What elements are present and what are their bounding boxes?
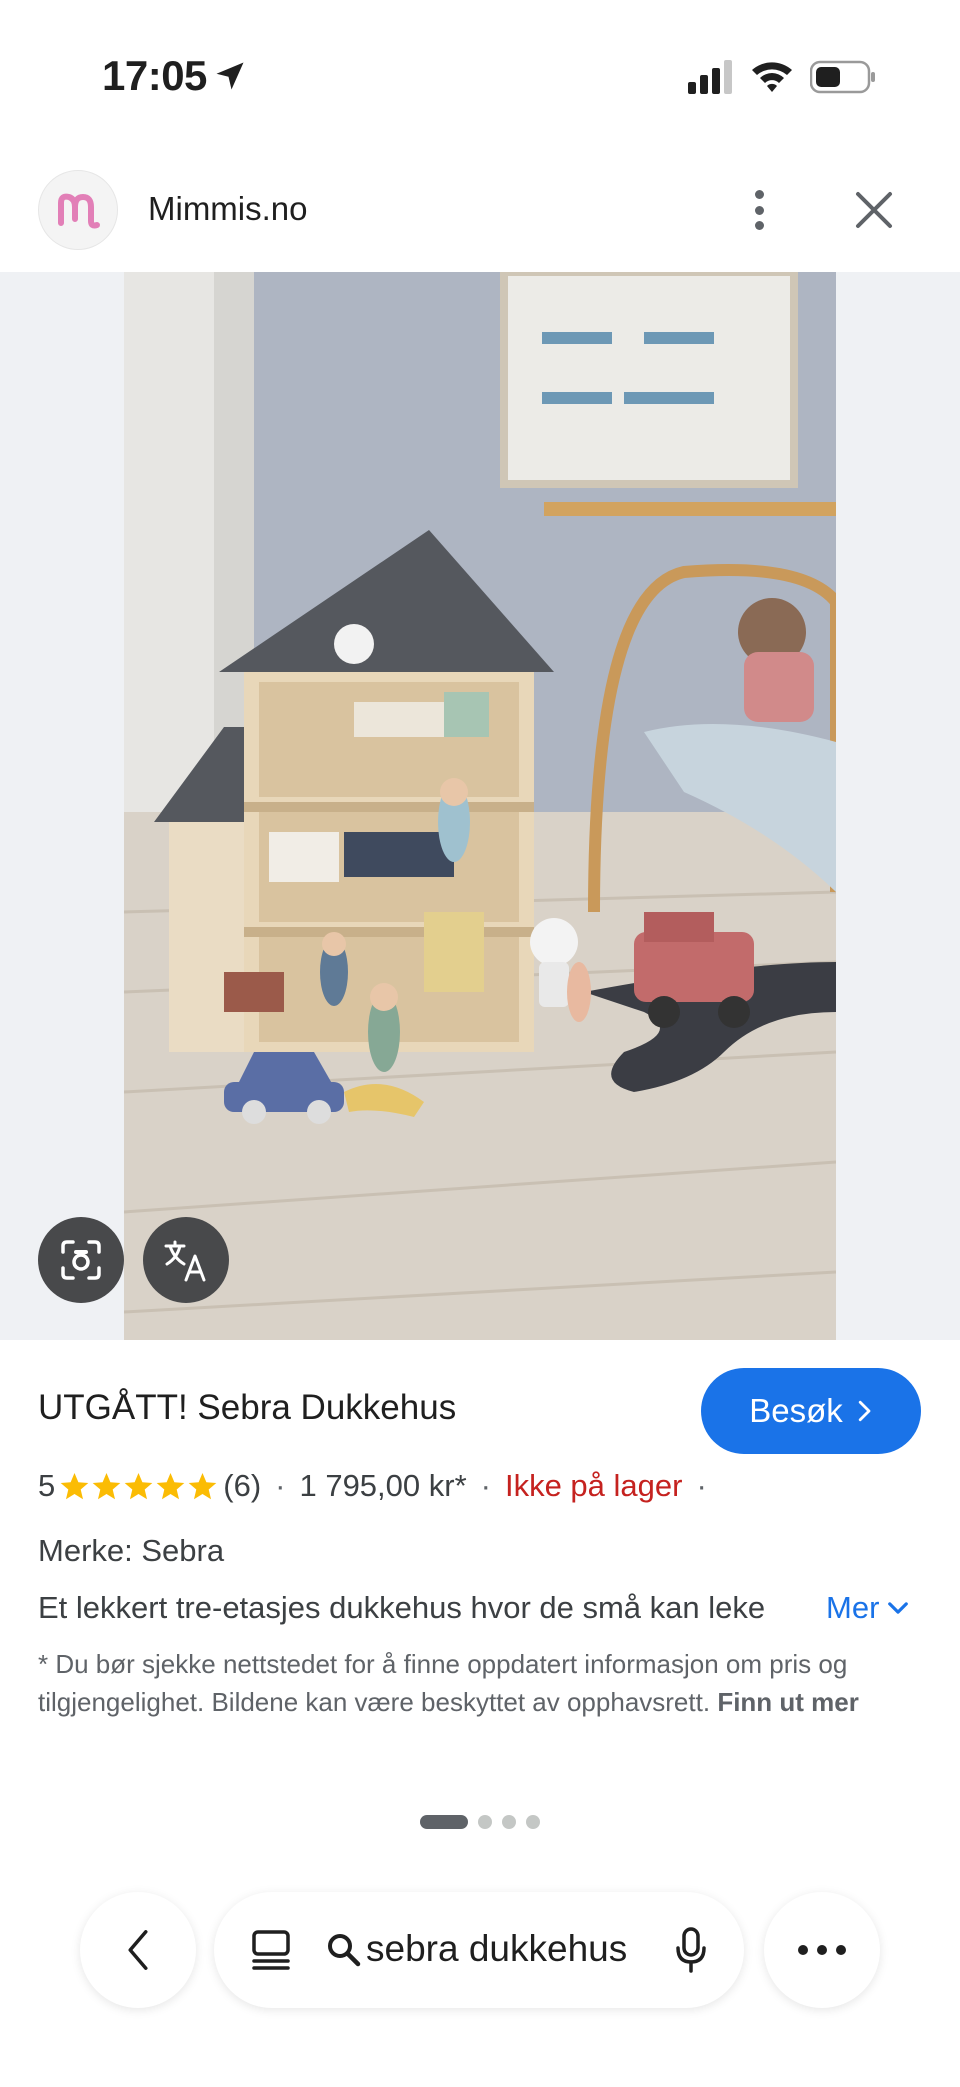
price: 1 795,00 kr* [299, 1468, 467, 1503]
star-icon [92, 1472, 121, 1499]
page: 17:05 Mimmis.no UTGÅTT! Sebra Dukkehus B… [0, 0, 960, 2087]
translate-icon [164, 1240, 206, 1282]
search-bar[interactable]: sebra dukkehus [214, 1892, 744, 2008]
more-button[interactable]: Mer [826, 1590, 909, 1626]
image-viewer [0, 272, 960, 1340]
star-icon [60, 1472, 89, 1499]
translate-button[interactable] [143, 1217, 229, 1303]
search-icon [328, 1934, 361, 1967]
chevron-down-icon [888, 1601, 909, 1614]
brand: Merke: Sebra [38, 1533, 225, 1568]
disclaimer: * Du bør sjekke nettstedet for å finne o… [38, 1645, 918, 1721]
site-name[interactable]: Mimmis.no [148, 190, 308, 228]
close-icon[interactable] [852, 188, 896, 232]
more-horiz-icon[interactable] [764, 1892, 880, 2008]
star-icon [188, 1472, 217, 1499]
more-vert-icon[interactable] [738, 184, 780, 236]
pager-dot[interactable] [478, 1815, 492, 1829]
site-favicon [38, 170, 118, 250]
star-icon [156, 1472, 185, 1499]
site-header: Mimmis.no [0, 170, 960, 272]
tabs-icon[interactable] [250, 1928, 292, 1972]
dollhouse-photo [124, 272, 836, 1340]
status-time: 17:05 [102, 52, 207, 99]
description: Et lekkert tre-etasjes dukkehus hvor de … [38, 1590, 766, 1625]
status-bar: 17:05 [0, 0, 960, 150]
back-icon [128, 1930, 148, 1970]
visit-button-label: Besøk [749, 1392, 843, 1429]
description-row: Et lekkert tre-etasjes dukkehus hvor de … [38, 1590, 918, 1626]
chevron-right-icon [858, 1400, 871, 1422]
mimmis-logo-icon [58, 193, 100, 229]
lens-button[interactable] [38, 1217, 124, 1303]
product-image[interactable] [124, 272, 836, 1340]
signal-icon [688, 60, 732, 94]
rating-row: 5 (6) · 1 795,00 kr* · Ikke på lager · [38, 1468, 721, 1504]
pager-dot-active[interactable] [420, 1815, 468, 1829]
lens-icon [61, 1240, 101, 1280]
pager-dot[interactable] [502, 1815, 516, 1829]
search-query[interactable]: sebra dukkehus [366, 1928, 627, 1970]
bottom-toolbar: sebra dukkehus [0, 1880, 960, 2040]
rating-value: 5 [38, 1468, 56, 1503]
more-label: Mer [826, 1590, 880, 1625]
visit-button[interactable]: Besøk [701, 1368, 921, 1454]
wifi-icon [752, 62, 792, 92]
back-button[interactable] [80, 1892, 196, 2008]
separator-dot: · [696, 1468, 707, 1503]
battery-icon [810, 60, 875, 94]
pager-dot[interactable] [526, 1815, 540, 1829]
location-arrow-icon [216, 62, 244, 90]
rating-count[interactable]: (6) [223, 1468, 261, 1504]
stock-status: Ikke på lager [504, 1468, 683, 1503]
image-pager [420, 1815, 540, 1829]
separator-dot: · [275, 1468, 286, 1503]
product-title[interactable]: UTGÅTT! Sebra Dukkehus [38, 1388, 456, 1428]
learn-more-link[interactable]: Finn ut mer [717, 1687, 859, 1717]
star-icon [124, 1472, 153, 1499]
separator-dot: · [480, 1468, 491, 1503]
rating-stars [59, 1471, 219, 1502]
mic-icon[interactable] [674, 1926, 708, 1974]
